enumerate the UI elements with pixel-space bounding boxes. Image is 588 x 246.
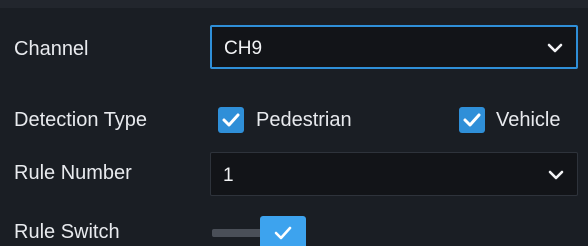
pedestrian-checkbox[interactable]	[218, 107, 244, 133]
vehicle-label[interactable]: Vehicle	[496, 108, 561, 132]
channel-label: Channel	[14, 38, 89, 60]
channel-select[interactable]: CH9	[210, 25, 578, 69]
checkmark-icon	[274, 226, 292, 240]
detection-type-label: Detection Type	[14, 109, 148, 131]
vehicle-checkbox[interactable]	[459, 107, 485, 133]
rule-number-select-value: 1	[223, 165, 234, 186]
channel-select-value: CH9	[224, 38, 263, 59]
rule-number-label: Rule Number	[14, 162, 132, 184]
rule-switch-toggle[interactable]	[260, 216, 306, 246]
rule-switch-label: Rule Switch	[14, 221, 120, 243]
checkmark-icon	[222, 113, 240, 127]
top-bar	[0, 0, 588, 8]
rule-number-select[interactable]: 1	[210, 152, 578, 196]
pedestrian-label[interactable]: Pedestrian	[256, 108, 352, 132]
chevron-down-icon[interactable]	[546, 39, 564, 57]
checkmark-icon	[463, 113, 481, 127]
chevron-down-icon[interactable]	[547, 166, 565, 184]
